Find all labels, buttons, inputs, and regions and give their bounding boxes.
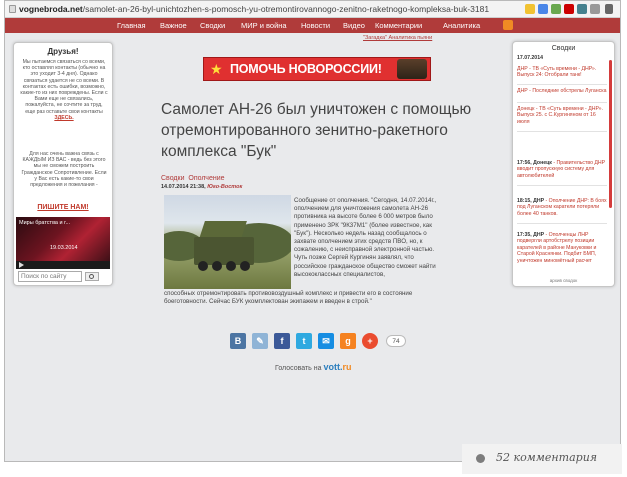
vote-link[interactable]: Голосовать на vott.ru bbox=[275, 362, 351, 372]
video-title: Миры братства и г... bbox=[19, 220, 71, 226]
reports-archive-link[interactable]: архив сводок bbox=[513, 278, 614, 283]
article-body: Сообщение от ополчения. "Сегодня, 14.07.… bbox=[294, 197, 437, 278]
friends-text-2: Для нас очень важна связь с КАЖДЫМ ИЗ ВА… bbox=[21, 151, 107, 189]
comments-badge[interactable]: 52 комментария bbox=[462, 444, 622, 474]
article-headline: Самолет АН-26 был уничтожен с помощью от… bbox=[161, 101, 472, 160]
list-item[interactable]: 17:56, Донецк - Правительство ДНР вводит… bbox=[517, 160, 607, 186]
nav-item-comments[interactable]: Комментарии bbox=[375, 21, 422, 30]
url-domain: vognebroda.net bbox=[19, 4, 83, 14]
odnoklassniki-share-button[interactable]: g bbox=[340, 333, 356, 349]
article-body-continued: способных отремонтировать противовоздушн… bbox=[164, 290, 413, 306]
url-text[interactable]: vognebroda.net/samolet-an-26-byl-unichto… bbox=[19, 4, 489, 14]
star-icon: ★ bbox=[210, 61, 223, 77]
menu-icon[interactable] bbox=[605, 4, 613, 14]
nav-item-reports[interactable]: Сводки bbox=[200, 21, 225, 30]
video-controls bbox=[16, 261, 110, 269]
url-path: /samolet-an-26-byl-unichtozhen-s-pomosch… bbox=[82, 4, 489, 14]
article-tags: Сводки Ополчение bbox=[161, 175, 225, 182]
extension-icon[interactable] bbox=[590, 4, 600, 14]
tag-reports[interactable]: Сводки bbox=[161, 175, 185, 182]
list-item[interactable]: ДНР - Последние обстрелы Луганска bbox=[517, 88, 607, 103]
here-link[interactable]: ЗДЕСЬ. bbox=[54, 115, 73, 121]
extension-icon[interactable] bbox=[577, 4, 587, 14]
article-date: 14.07.2014 21:38, bbox=[161, 184, 206, 190]
search-icon bbox=[89, 274, 94, 279]
nav-item-home[interactable]: Главная bbox=[117, 21, 146, 30]
extension-icon[interactable] bbox=[551, 4, 561, 14]
nav-item-world-war[interactable]: МИР и война bbox=[241, 21, 287, 30]
nav-item-important[interactable]: Важное bbox=[160, 21, 187, 30]
nav-item-analytics[interactable]: Аналитика bbox=[443, 21, 480, 30]
nav-item-video[interactable]: Видео bbox=[343, 21, 365, 30]
help-novorossiya-banner[interactable]: ★ ПОМОЧЬ НОВОРОССИИ! bbox=[203, 57, 431, 81]
lock-icon bbox=[9, 5, 16, 13]
more-share-button[interactable]: + bbox=[362, 333, 378, 349]
friends-text: Мы пытаемся связаться со всеми, кто оста… bbox=[20, 59, 108, 121]
vk-share-button[interactable]: В bbox=[230, 333, 246, 349]
nav-item-news[interactable]: Новости bbox=[301, 21, 330, 30]
video-player[interactable]: Миры братства и г... 19.03.2014 bbox=[16, 217, 110, 269]
mail-share-button[interactable]: ✉ bbox=[318, 333, 334, 349]
top-link[interactable]: "Загадка" Аналитика пьяни bbox=[363, 35, 432, 41]
share-count: 74 bbox=[386, 335, 406, 347]
vote-site-ru: ru bbox=[342, 362, 352, 372]
friends-title: Друзья! bbox=[47, 47, 79, 56]
rss-icon[interactable] bbox=[503, 20, 513, 30]
list-item[interactable]: Донецк - ТВ «Суть времени - ДНР». Выпуск… bbox=[517, 106, 607, 132]
list-item[interactable]: ДНР - ТВ «Суть времени - ДНР». Выпуск 24… bbox=[517, 66, 607, 85]
facebook-share-button[interactable]: f bbox=[274, 333, 290, 349]
bookmark-star-icon[interactable] bbox=[525, 4, 535, 14]
reports-date-header: 17.07.2014 bbox=[517, 55, 543, 61]
banner-text: ПОМОЧЬ НОВОРОССИИ! bbox=[230, 62, 382, 76]
site-navigation: Главная Важное Сводки МИР и война Новост… bbox=[5, 18, 620, 33]
comment-bubble-icon bbox=[476, 454, 485, 463]
article-source[interactable]: Юго-Восток bbox=[207, 184, 242, 190]
vote-site: vott. bbox=[323, 362, 343, 372]
video-date: 19.03.2014 bbox=[50, 245, 78, 251]
site-search-input[interactable]: Поиск по сайту bbox=[18, 271, 82, 282]
friends-text-1: Мы пытаемся связаться со всеми, кто оста… bbox=[20, 59, 108, 115]
reports-scrollbar[interactable] bbox=[609, 60, 612, 208]
write-us-link[interactable]: ПИШИТЕ НАМ! bbox=[14, 204, 112, 211]
search-button[interactable] bbox=[85, 272, 99, 281]
vote-label: Голосовать на bbox=[275, 365, 322, 372]
extension-icon[interactable] bbox=[538, 4, 548, 14]
buk-photo bbox=[164, 195, 291, 289]
soldier-image bbox=[397, 59, 427, 79]
extension-icon[interactable] bbox=[564, 4, 574, 14]
play-icon[interactable] bbox=[19, 262, 24, 268]
list-item[interactable]: 17:35, ДНР - Ополченцы ЛНР подвергли арт… bbox=[517, 232, 607, 272]
address-bar[interactable]: vognebroda.net/samolet-an-26-byl-unichto… bbox=[5, 1, 620, 18]
tag-militia[interactable]: Ополчение bbox=[188, 175, 224, 182]
twitter-share-button[interactable]: t bbox=[296, 333, 312, 349]
article-meta: 14.07.2014 21:38, Юго-Восток bbox=[161, 184, 242, 190]
livejournal-share-button[interactable]: ✎ bbox=[252, 333, 268, 349]
browser-window: vognebroda.net/samolet-an-26-byl-unichto… bbox=[4, 0, 621, 462]
list-item[interactable]: 18:15, ДНР - Ополчение ДНР: В боях под Л… bbox=[517, 198, 607, 224]
reports-widget: Сводки 17.07.2014 ДНР - ТВ «Суть времени… bbox=[512, 41, 615, 287]
reports-title: Сводки bbox=[551, 45, 576, 52]
friends-widget: Друзья! Мы пытаемся связаться со всеми, … bbox=[13, 42, 113, 286]
comments-count: 52 комментария bbox=[496, 451, 598, 464]
